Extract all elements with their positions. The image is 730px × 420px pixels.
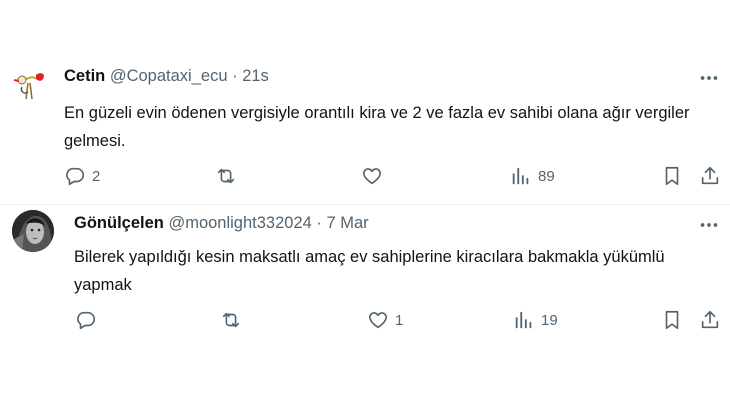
reply-button[interactable]: 2 bbox=[64, 165, 100, 187]
more-icon[interactable] bbox=[698, 214, 720, 236]
retweet-button[interactable] bbox=[215, 165, 243, 187]
timestamp[interactable]: 7 Mar bbox=[327, 214, 369, 232]
bookmark-button[interactable] bbox=[661, 309, 683, 331]
views-count: 19 bbox=[541, 311, 558, 329]
views-button[interactable]: 19 bbox=[513, 309, 558, 331]
timestamp[interactable]: 21s bbox=[242, 67, 269, 85]
share-icon bbox=[701, 310, 719, 329]
heart-icon bbox=[368, 312, 388, 329]
separator: · bbox=[316, 214, 322, 232]
tweet-text: Bilerek yapıldığı kesin maksatlı amaç ev… bbox=[74, 248, 665, 294]
share-button[interactable] bbox=[699, 165, 721, 187]
like-button[interactable] bbox=[361, 165, 389, 187]
reply-count: 2 bbox=[92, 167, 101, 185]
retweet-icon bbox=[217, 168, 235, 184]
avatar[interactable] bbox=[12, 210, 54, 252]
handle[interactable]: @Copataxi_ecu bbox=[110, 67, 228, 85]
heart-icon bbox=[362, 168, 382, 185]
reply-icon bbox=[77, 311, 96, 330]
tweet-header: Cetin @Copataxi_ecu · 21s bbox=[64, 67, 269, 86]
views-button[interactable]: 89 bbox=[510, 165, 555, 187]
display-name[interactable]: Gönülçelen bbox=[74, 214, 164, 232]
action-bar: 1 19 bbox=[0, 309, 730, 337]
bookmark-button[interactable] bbox=[661, 165, 683, 187]
more-icon[interactable] bbox=[698, 67, 720, 89]
retweet-button[interactable] bbox=[220, 309, 248, 331]
tweet-header: Gönülçelen @moonlight332024 · 7 Mar bbox=[74, 214, 369, 233]
bookmark-icon bbox=[665, 166, 679, 186]
views-count: 89 bbox=[538, 167, 555, 185]
share-icon bbox=[701, 166, 719, 185]
tweet[interactable]: Cetin @Copataxi_ecu · 21s En güzeli evin… bbox=[0, 55, 730, 205]
share-button[interactable] bbox=[699, 309, 721, 331]
tweet[interactable]: Gönülçelen @moonlight332024 · 7 Mar Bile… bbox=[0, 205, 730, 355]
bookmark-icon bbox=[665, 310, 679, 330]
like-button[interactable]: 1 bbox=[367, 309, 403, 331]
views-icon bbox=[515, 311, 532, 329]
reply-icon bbox=[66, 167, 85, 186]
display-name[interactable]: Cetin bbox=[64, 67, 105, 85]
separator: · bbox=[232, 67, 238, 85]
handle[interactable]: @moonlight332024 bbox=[168, 214, 311, 232]
retweet-icon bbox=[222, 312, 240, 328]
avatar[interactable] bbox=[8, 65, 50, 107]
views-icon bbox=[512, 167, 529, 185]
action-bar: 2 89 bbox=[0, 165, 730, 193]
like-count: 1 bbox=[395, 311, 404, 329]
reply-button[interactable] bbox=[75, 309, 103, 331]
tweet-text: En güzeli evin ödenen vergisiyle orantıl… bbox=[64, 104, 690, 150]
